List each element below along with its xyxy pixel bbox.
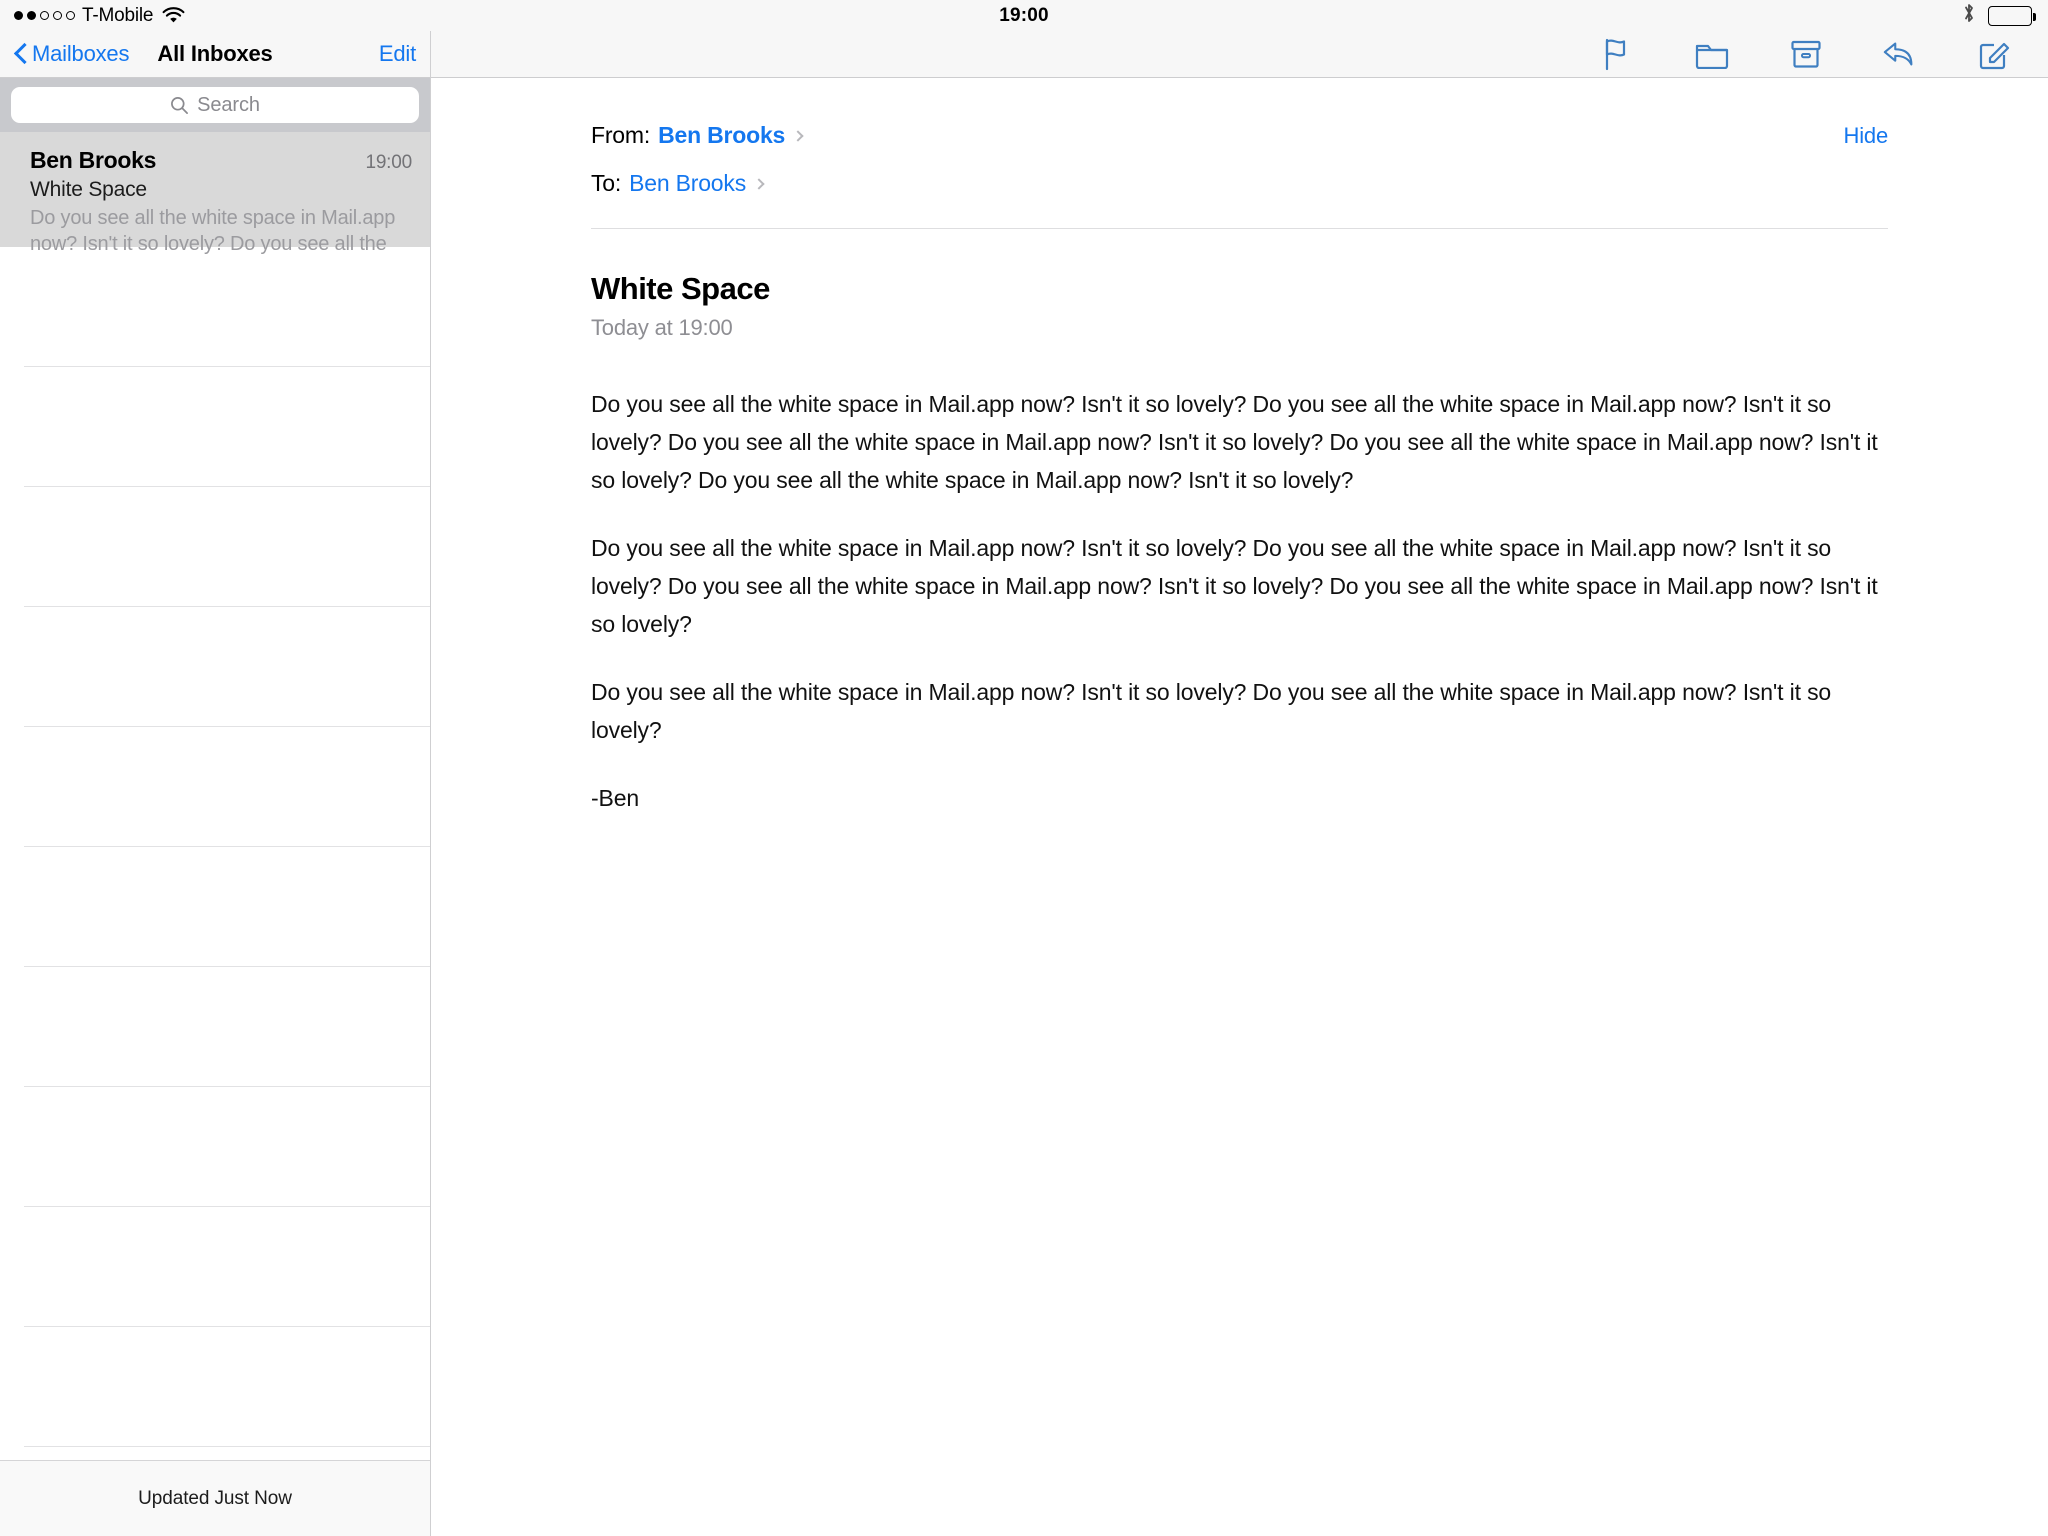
message-date: Today at 19:00 xyxy=(591,315,733,340)
from-contact-link[interactable]: Ben Brooks xyxy=(658,122,785,149)
body-paragraph: Do you see all the white space in Mail.a… xyxy=(591,391,1878,493)
to-contact-link[interactable]: Ben Brooks xyxy=(629,170,746,197)
message-content: From: Ben Brooks Hide To: Ben Brooks Whi… xyxy=(431,78,2048,1536)
back-to-mailboxes-button[interactable]: Mailboxes xyxy=(14,41,129,67)
list-item-empty xyxy=(0,487,430,607)
chevron-right-icon xyxy=(792,129,804,142)
status-bar-left: T-Mobile xyxy=(0,5,185,27)
body-signature: -Ben xyxy=(591,785,639,811)
header-divider xyxy=(591,228,1888,229)
message-timestamp: 19:00 xyxy=(365,152,412,173)
back-button-label: Mailboxes xyxy=(32,41,130,66)
message-header: From: Ben Brooks Hide To: Ben Brooks Whi… xyxy=(591,78,1888,341)
status-bar-right xyxy=(1962,2,2048,30)
detail-toolbar xyxy=(431,31,2048,78)
split-view: Mailboxes All Inboxes Edit Search Ben Br… xyxy=(0,31,2048,1536)
to-label: To: xyxy=(591,170,622,196)
hide-details-button[interactable]: Hide xyxy=(1844,123,1889,149)
battery-full-icon xyxy=(1988,5,2036,26)
mail-app-window: T-Mobile 19:00 Mailboxes All Inboxes Edi… xyxy=(0,0,2048,1536)
from-label: From: xyxy=(591,122,651,148)
folder-icon[interactable] xyxy=(1694,36,1730,72)
status-bar-time: 19:00 xyxy=(999,4,1049,26)
bluetooth-icon xyxy=(1962,2,1976,30)
status-bar-center: 19:00 xyxy=(0,0,2048,31)
search-icon xyxy=(171,96,189,114)
message-subject: White Space xyxy=(30,178,147,201)
message-list-item-selected[interactable]: Ben Brooks 19:00 White Space Do you see … xyxy=(0,132,430,255)
update-status-label: Updated Just Now xyxy=(138,1487,292,1509)
message-sender: Ben Brooks xyxy=(30,147,157,173)
list-item-empty xyxy=(0,1087,430,1207)
chevron-left-icon xyxy=(14,43,27,65)
list-item-empty xyxy=(0,727,430,847)
reply-icon[interactable] xyxy=(1882,36,1918,72)
list-item-empty xyxy=(0,1207,430,1327)
body-paragraph: Do you see all the white space in Mail.a… xyxy=(591,535,1878,637)
archive-icon[interactable] xyxy=(1788,36,1824,72)
empty-list-rows xyxy=(0,247,430,1447)
edit-button[interactable]: Edit xyxy=(379,41,416,67)
mailbox-list-pane: Mailboxes All Inboxes Edit Search Ben Br… xyxy=(0,31,431,1536)
status-bar: T-Mobile 19:00 xyxy=(0,0,2048,31)
list-item-empty xyxy=(0,607,430,727)
list-item-empty xyxy=(0,247,430,367)
message-subject-heading: White Space xyxy=(591,271,770,306)
flag-icon[interactable] xyxy=(1600,36,1636,72)
list-footer: Updated Just Now xyxy=(0,1460,430,1536)
list-item-empty xyxy=(0,367,430,487)
to-row: To: Ben Brooks xyxy=(591,170,1888,197)
chevron-right-icon xyxy=(753,177,765,190)
search-input[interactable]: Search xyxy=(11,87,419,123)
list-item-empty xyxy=(0,967,430,1087)
master-navigation-bar: Mailboxes All Inboxes Edit xyxy=(0,31,430,78)
message-body: Do you see all the white space in Mail.a… xyxy=(591,385,1888,817)
wifi-icon xyxy=(162,7,185,24)
search-placeholder: Search xyxy=(197,93,260,116)
list-item-empty xyxy=(0,1327,430,1447)
from-row: From: Ben Brooks Hide xyxy=(591,122,1888,149)
search-bar-container: Search xyxy=(0,78,430,132)
message-list[interactable]: Ben Brooks 19:00 White Space Do you see … xyxy=(0,132,430,1460)
list-item-empty xyxy=(0,847,430,967)
carrier-label: T-Mobile xyxy=(82,4,154,26)
cellular-signal-icon xyxy=(14,11,75,20)
message-detail-pane: From: Ben Brooks Hide To: Ben Brooks Whi… xyxy=(431,31,2048,1536)
compose-icon[interactable] xyxy=(1976,36,2012,72)
body-paragraph: Do you see all the white space in Mail.a… xyxy=(591,679,1832,743)
